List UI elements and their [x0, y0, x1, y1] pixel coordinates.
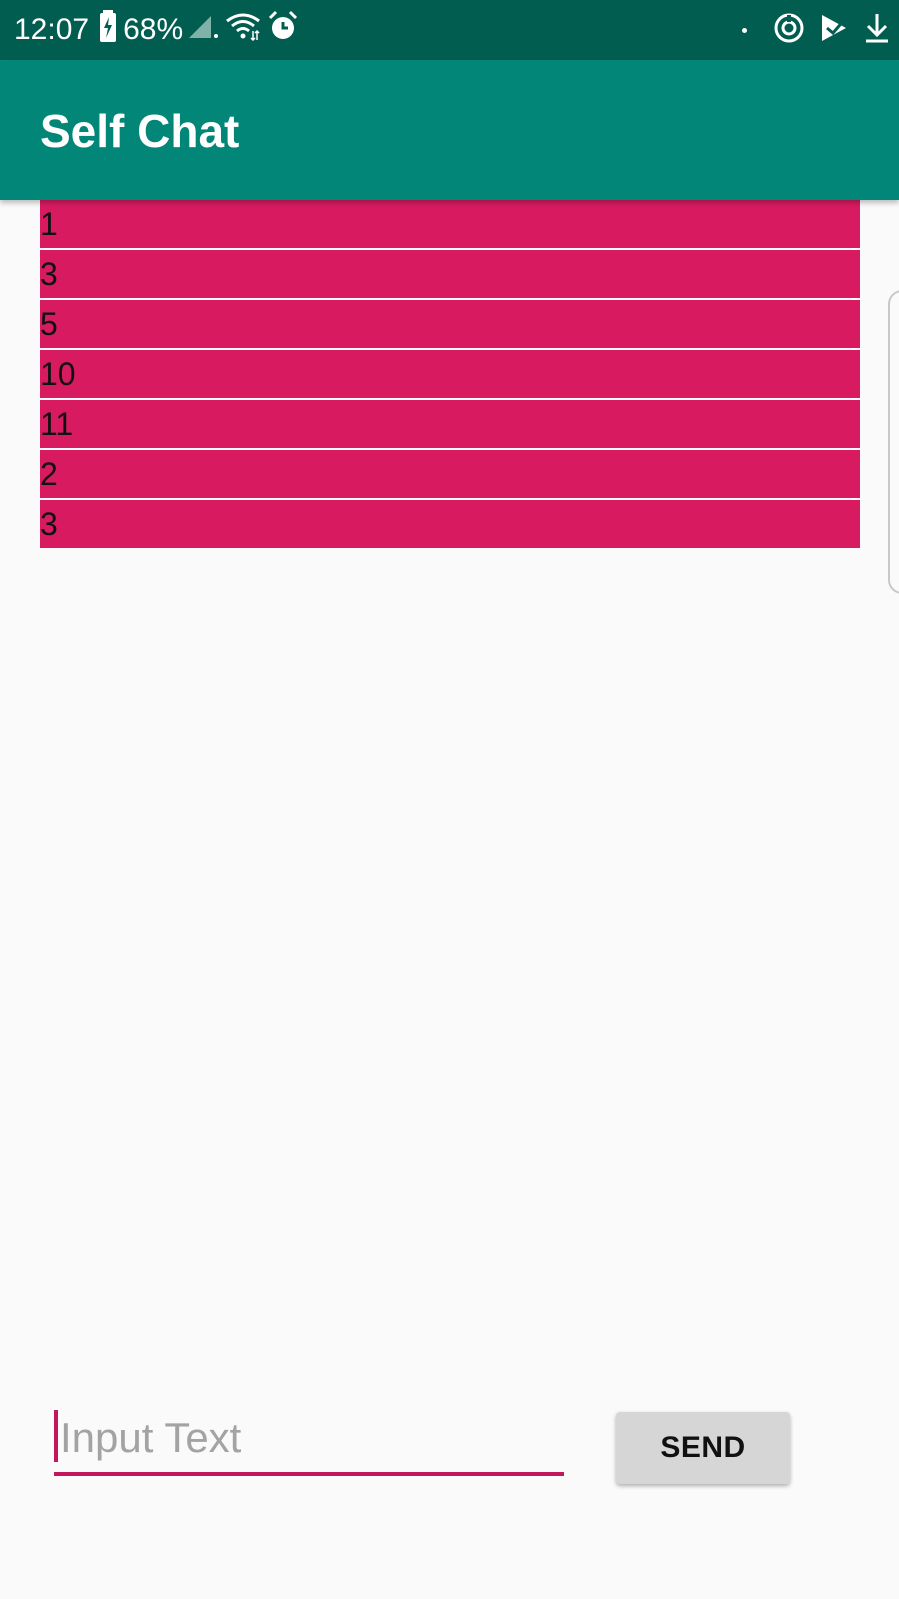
list-item[interactable]: 10 [40, 350, 860, 398]
download-icon [863, 12, 891, 49]
message-list[interactable]: 1 3 5 10 11 2 3 [40, 200, 860, 550]
play-store-icon [819, 13, 849, 48]
battery-charging-icon [99, 10, 117, 50]
list-item[interactable]: 2 [40, 450, 860, 498]
notification-dot-icon [742, 27, 747, 33]
signal-icon [189, 12, 219, 48]
send-button[interactable]: SEND [616, 1412, 790, 1484]
alarm-icon [267, 10, 299, 50]
wifi-icon [225, 11, 261, 49]
status-bar: 12:07 68% [0, 0, 899, 60]
edge-panel-handle[interactable] [888, 290, 899, 594]
app-bar: Self Chat [0, 60, 899, 200]
status-left-group: 12:07 68% [14, 10, 299, 50]
status-right-group [742, 10, 891, 50]
page-title: Self Chat [40, 105, 240, 157]
status-time: 12:07 [14, 13, 90, 46]
text-caret [54, 1410, 58, 1462]
battery-percent: 68% [123, 13, 184, 46]
list-item[interactable]: 3 [40, 250, 860, 298]
list-item[interactable]: 3 [40, 500, 860, 548]
list-item[interactable]: 11 [40, 400, 860, 448]
list-item[interactable]: 5 [40, 300, 860, 348]
message-input[interactable] [54, 1404, 564, 1476]
message-input-wrapper [54, 1404, 564, 1478]
list-item[interactable]: 1 [40, 200, 860, 248]
sync-icon [773, 12, 805, 49]
